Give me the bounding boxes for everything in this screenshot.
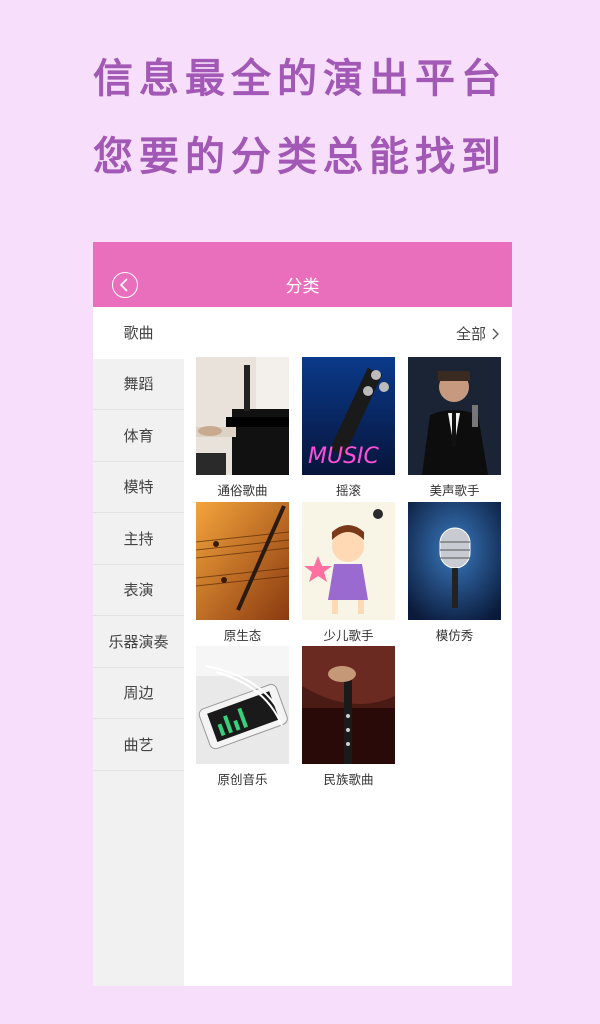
microphone-thumbnail (408, 502, 501, 620)
sidebar-item-merch[interactable]: 周边 (93, 667, 184, 719)
category-content: 全部 通俗歌曲 MUSIC 摇滚 美声歌手 原生态 少儿歌手 模仿秀 原创音乐 … (184, 307, 512, 986)
piano-thumbnail (196, 357, 289, 475)
category-original-music[interactable]: 原创音乐 (196, 646, 289, 788)
flute-thumbnail (302, 646, 395, 764)
sidebar-item-dance[interactable]: 舞蹈 (93, 358, 184, 410)
sidebar-item-host[interactable]: 主持 (93, 513, 184, 565)
category-ethnic-songs[interactable]: 民族歌曲 (302, 646, 395, 788)
top-navbar: 分类 (93, 242, 512, 307)
view-all-label: 全部 (455, 325, 486, 343)
category-pop-songs[interactable]: 通俗歌曲 (196, 357, 289, 499)
phone-earphones-thumbnail (196, 646, 289, 764)
sidebar-item-sports[interactable]: 体育 (93, 410, 184, 462)
sidebar-item-model[interactable]: 模特 (93, 461, 184, 513)
page-title: 分类 (285, 277, 320, 297)
category-label: 摇滚 (335, 483, 361, 498)
promo-headline-1: 信息最全的演出平台 (93, 56, 507, 102)
sheet-music-thumbnail (196, 502, 289, 620)
sidebar-item-folk-art[interactable]: 曲艺 (93, 719, 184, 771)
sidebar-item-instrument[interactable]: 乐器演奏 (93, 616, 184, 668)
category-label: 原创音乐 (217, 772, 268, 787)
category-label: 少儿歌手 (323, 628, 374, 643)
category-label: 原生态 (223, 628, 262, 643)
category-sidebar: 歌曲 舞蹈 体育 模特 主持 表演 乐器演奏 周边 曲艺 (93, 307, 184, 986)
category-bel-canto[interactable]: 美声歌手 (408, 357, 501, 499)
category-label: 通俗歌曲 (217, 483, 268, 498)
category-rock[interactable]: MUSIC 摇滚 (302, 357, 395, 499)
category-label: 美声歌手 (429, 483, 480, 498)
svg-text:MUSIC: MUSIC (308, 444, 380, 469)
promo-headline-2: 您要的分类总能找到 (93, 134, 507, 180)
view-all-link[interactable]: 全部 (456, 323, 500, 344)
category-child-singer[interactable]: 少儿歌手 (302, 502, 395, 644)
guitar-music-thumbnail: MUSIC (302, 357, 395, 475)
singer-thumbnail (408, 357, 501, 475)
sidebar-item-performance[interactable]: 表演 (93, 564, 184, 616)
category-label: 民族歌曲 (323, 772, 374, 787)
chevron-right-icon (492, 328, 499, 339)
category-folk-original[interactable]: 原生态 (196, 502, 289, 644)
category-label: 模仿秀 (435, 628, 474, 643)
app-screen: 分类 歌曲 舞蹈 体育 模特 主持 表演 乐器演奏 周边 曲艺 全部 通俗歌曲 … (93, 242, 512, 986)
sidebar-item-songs[interactable]: 歌曲 (93, 307, 184, 359)
child-singer-thumbnail (302, 502, 395, 620)
category-imitation-show[interactable]: 模仿秀 (408, 502, 501, 644)
